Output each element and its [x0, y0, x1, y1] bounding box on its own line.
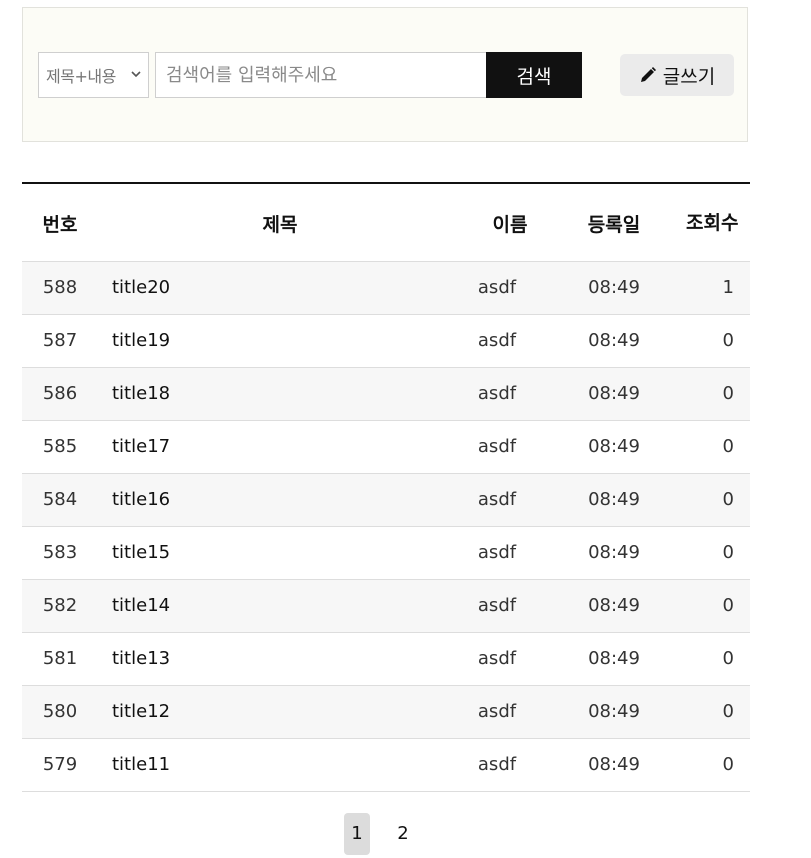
row-views: 0 [722, 754, 734, 775]
row-name: asdf [477, 754, 517, 775]
row-title-link[interactable]: title17 [112, 421, 452, 473]
header-title: 제목 [262, 213, 298, 236]
table-row[interactable]: 579 title11 asdf 08:49 0 [22, 739, 750, 792]
row-name: asdf [477, 383, 517, 404]
row-no: 586 [42, 383, 78, 404]
header-views-label: 조회수 [686, 212, 739, 234]
row-date: 08:49 [588, 542, 640, 563]
row-date: 08:49 [588, 754, 640, 775]
page-2-link[interactable]: 2 [390, 813, 416, 855]
row-no: 583 [42, 542, 78, 563]
row-title-link[interactable]: title14 [112, 580, 452, 632]
row-no: 579 [42, 754, 78, 775]
row-date: 08:49 [588, 277, 640, 298]
row-date: 08:49 [588, 436, 640, 457]
row-title-link[interactable]: title12 [112, 686, 452, 738]
row-no: 588 [42, 277, 78, 298]
row-title-link[interactable]: title18 [112, 368, 452, 420]
row-views: 0 [722, 595, 734, 616]
row-name: asdf [477, 701, 517, 722]
chevron-down-icon [131, 71, 141, 78]
row-date: 08:49 [588, 383, 640, 404]
row-title-link[interactable]: title11 [112, 739, 452, 791]
row-name: asdf [477, 277, 517, 298]
page-1-link[interactable]: 1 [344, 813, 370, 855]
row-date: 08:49 [588, 648, 640, 669]
table-row[interactable]: 583 title15 asdf 08:49 0 [22, 527, 750, 580]
row-views: 0 [722, 383, 734, 404]
table-row[interactable]: 580 title12 asdf 08:49 0 [22, 686, 750, 739]
row-name: asdf [477, 436, 517, 457]
row-views: 0 [722, 489, 734, 510]
row-views: 0 [722, 436, 734, 457]
row-no: 585 [42, 436, 78, 457]
row-no: 584 [42, 489, 78, 510]
row-date: 08:49 [588, 489, 640, 510]
search-button[interactable]: 검색 [486, 52, 582, 98]
table-row[interactable]: 581 title13 asdf 08:49 0 [22, 633, 750, 686]
header-date: 등록일 [587, 213, 641, 236]
table-row[interactable]: 584 title16 asdf 08:49 0 [22, 474, 750, 527]
table-row[interactable]: 588 title20 asdf 08:49 1 [22, 262, 750, 315]
row-views: 0 [722, 330, 734, 351]
row-name: asdf [477, 595, 517, 616]
row-name: asdf [477, 542, 517, 563]
table-row[interactable]: 587 title19 asdf 08:49 0 [22, 315, 750, 368]
row-views: 0 [722, 701, 734, 722]
row-date: 08:49 [588, 595, 640, 616]
row-title-link[interactable]: title16 [112, 474, 452, 526]
row-name: asdf [477, 489, 517, 510]
search-panel: 제목+내용 검색 글쓰기 [22, 7, 748, 142]
header-views: 조회수 [678, 184, 738, 262]
table-header: 번호 제목 이름 등록일 조회수 [22, 182, 750, 262]
row-name: asdf [477, 330, 517, 351]
row-name: asdf [477, 648, 517, 669]
pencil-icon [640, 67, 656, 82]
row-title-link[interactable]: title13 [112, 633, 452, 685]
table-row[interactable]: 585 title17 asdf 08:49 0 [22, 421, 750, 474]
table-row[interactable]: 582 title14 asdf 08:49 0 [22, 580, 750, 633]
row-date: 08:49 [588, 701, 640, 722]
row-no: 581 [42, 648, 78, 669]
row-title-link[interactable]: title19 [112, 315, 452, 367]
row-views: 0 [722, 648, 734, 669]
row-no: 587 [42, 330, 78, 351]
row-title-link[interactable]: title20 [112, 262, 452, 314]
search-input[interactable] [155, 52, 486, 98]
header-no: 번호 [42, 213, 78, 236]
row-views: 1 [722, 277, 734, 298]
search-field-select[interactable]: 제목+내용 [38, 52, 149, 98]
row-no: 582 [42, 595, 78, 616]
board-table: 번호 제목 이름 등록일 조회수 588 title20 asdf 08:49 … [22, 182, 750, 792]
row-views: 0 [722, 542, 734, 563]
header-name: 이름 [492, 213, 528, 236]
write-post-label: 글쓰기 [662, 65, 716, 88]
pagination: 1 2 [0, 813, 811, 855]
write-post-button[interactable]: 글쓰기 [620, 54, 734, 96]
row-title-link[interactable]: title15 [112, 527, 452, 579]
table-row[interactable]: 586 title18 asdf 08:49 0 [22, 368, 750, 421]
row-date: 08:49 [588, 330, 640, 351]
search-field-selected: 제목+내용 [46, 67, 116, 86]
row-no: 580 [42, 701, 78, 722]
